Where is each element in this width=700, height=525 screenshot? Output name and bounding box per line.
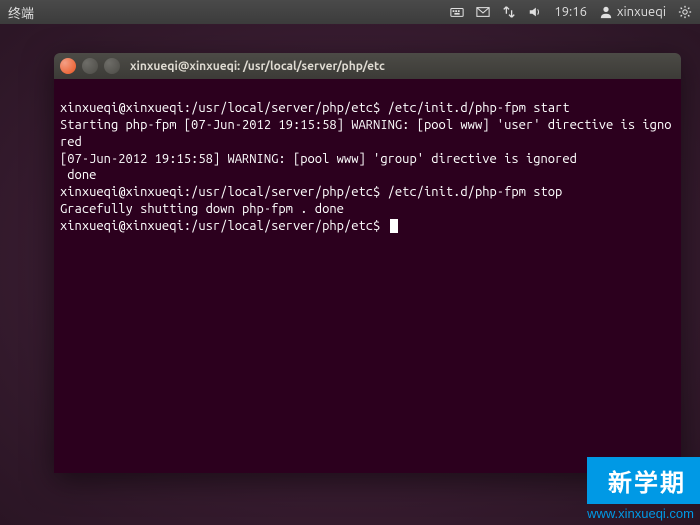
network-icon[interactable] bbox=[502, 5, 516, 19]
username-label: xinxueqi bbox=[617, 5, 666, 19]
volume-icon[interactable] bbox=[528, 5, 542, 19]
system-gear-icon[interactable] bbox=[678, 5, 692, 19]
terminal-content[interactable]: xinxueqi@xinxueqi:/usr/local/server/php/… bbox=[54, 79, 681, 473]
user-menu[interactable]: xinxueqi bbox=[599, 5, 666, 19]
top-menubar: 终端 19:16 xinxueqi bbox=[0, 0, 700, 24]
terminal-cursor bbox=[390, 219, 398, 233]
terminal-line: xinxueqi@xinxueqi:/usr/local/server/php/… bbox=[60, 100, 675, 117]
active-app-title: 终端 bbox=[8, 3, 34, 22]
window-maximize-button[interactable] bbox=[104, 58, 120, 74]
terminal-line: done bbox=[60, 167, 675, 184]
clock[interactable]: 19:16 bbox=[554, 5, 587, 19]
terminal-line: [07-Jun-2012 19:15:58] WARNING: [pool ww… bbox=[60, 151, 675, 168]
window-minimize-button[interactable] bbox=[82, 58, 98, 74]
window-title: xinxueqi@xinxueqi: /usr/local/server/php… bbox=[130, 60, 385, 73]
watermark: 新学期 www.xinxueqi.com bbox=[587, 457, 700, 525]
watermark-url: www.xinxueqi.com bbox=[587, 504, 700, 525]
terminal-line: Gracefully shutting down php-fpm . done bbox=[60, 201, 675, 218]
terminal-line: xinxueqi@xinxueqi:/usr/local/server/php/… bbox=[60, 219, 388, 233]
window-titlebar[interactable]: xinxueqi@xinxueqi: /usr/local/server/php… bbox=[54, 53, 681, 79]
keyboard-indicator-icon[interactable] bbox=[450, 5, 464, 19]
terminal-line: xinxueqi@xinxueqi:/usr/local/server/php/… bbox=[60, 184, 675, 201]
window-close-button[interactable] bbox=[60, 58, 76, 74]
mail-icon[interactable] bbox=[476, 5, 490, 19]
watermark-banner: 新学期 bbox=[587, 457, 700, 504]
terminal-line: Starting php-fpm [07-Jun-2012 19:15:58] … bbox=[60, 117, 675, 151]
terminal-window: xinxueqi@xinxueqi: /usr/local/server/php… bbox=[54, 53, 681, 473]
